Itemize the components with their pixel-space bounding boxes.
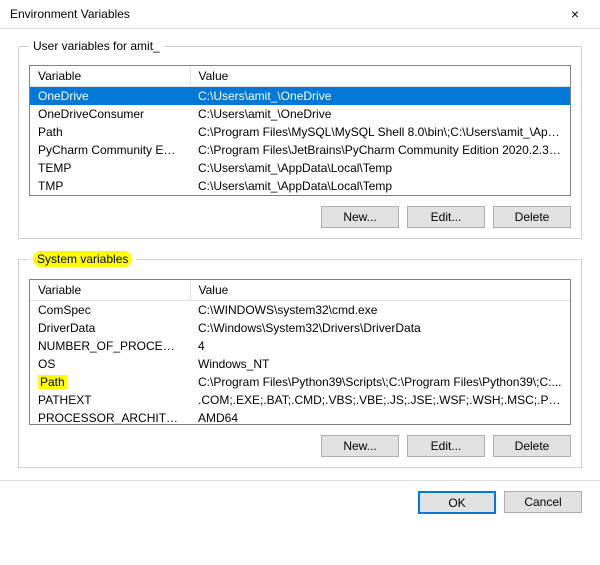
table-row[interactable]: OneDriveConsumerC:\Users\amit_\OneDrive	[30, 105, 570, 123]
system-variables-table[interactable]: Variable Value ComSpecC:\WINDOWS\system3…	[30, 280, 570, 424]
system-variables-legend: System variables	[29, 251, 136, 267]
table-row[interactable]: NUMBER_OF_PROCESSORS4	[30, 337, 570, 355]
system-new-button[interactable]: New...	[321, 435, 399, 457]
user-variables-legend: User variables for amit_	[29, 39, 164, 53]
cell-variable: OS	[30, 355, 190, 373]
sys-col-value[interactable]: Value	[190, 280, 570, 301]
cell-variable: PROCESSOR_ARCHITECTURE	[30, 409, 190, 424]
table-row[interactable]: TEMPC:\Users\amit_\AppData\Local\Temp	[30, 159, 570, 177]
cell-variable: NUMBER_OF_PROCESSORS	[30, 337, 190, 355]
user-variables-group: User variables for amit_ Variable Value …	[18, 39, 582, 239]
cell-variable: DriverData	[30, 319, 190, 337]
cell-variable: TEMP	[30, 159, 190, 177]
cell-value: 4	[190, 337, 570, 355]
table-row[interactable]: PyCharm Community EditionC:\Program File…	[30, 141, 570, 159]
table-row[interactable]: PathC:\Program Files\Python39\Scripts\;C…	[30, 373, 570, 391]
system-variables-table-wrap: Variable Value ComSpecC:\WINDOWS\system3…	[29, 279, 571, 425]
system-variables-group: System variables Variable Value ComSpecC…	[18, 251, 582, 468]
user-new-button[interactable]: New...	[321, 206, 399, 228]
cell-variable: PATHEXT	[30, 391, 190, 409]
dialog-button-row: OK Cancel	[0, 480, 600, 526]
cell-variable: PyCharm Community Edition	[30, 141, 190, 159]
user-button-row: New... Edit... Delete	[29, 206, 571, 228]
table-row[interactable]: OSWindows_NT	[30, 355, 570, 373]
user-variables-table[interactable]: Variable Value OneDriveC:\Users\amit_\On…	[30, 66, 570, 195]
user-col-value[interactable]: Value	[190, 66, 570, 87]
cell-variable: ComSpec	[30, 301, 190, 320]
cell-value: C:\Users\amit_\AppData\Local\Temp	[190, 159, 570, 177]
cell-variable: TMP	[30, 177, 190, 195]
cell-variable: OneDrive	[30, 87, 190, 106]
table-row[interactable]: TMPC:\Users\amit_\AppData\Local\Temp	[30, 177, 570, 195]
table-row[interactable]: PROCESSOR_ARCHITECTUREAMD64	[30, 409, 570, 424]
cell-value: C:\Program Files\MySQL\MySQL Shell 8.0\b…	[190, 123, 570, 141]
dialog-content: User variables for amit_ Variable Value …	[0, 29, 600, 468]
cell-value: C:\Users\amit_\OneDrive	[190, 87, 570, 106]
user-col-variable[interactable]: Variable	[30, 66, 190, 87]
system-edit-button[interactable]: Edit...	[407, 435, 485, 457]
table-row[interactable]: PATHEXT.COM;.EXE;.BAT;.CMD;.VBS;.VBE;.JS…	[30, 391, 570, 409]
cell-value: Windows_NT	[190, 355, 570, 373]
cell-value: C:\Windows\System32\Drivers\DriverData	[190, 319, 570, 337]
cell-value: C:\WINDOWS\system32\cmd.exe	[190, 301, 570, 320]
user-variables-table-wrap: Variable Value OneDriveC:\Users\amit_\On…	[29, 65, 571, 196]
system-delete-button[interactable]: Delete	[493, 435, 571, 457]
cell-value: C:\Users\amit_\AppData\Local\Temp	[190, 177, 570, 195]
cancel-button[interactable]: Cancel	[504, 491, 582, 513]
table-row[interactable]: PathC:\Program Files\MySQL\MySQL Shell 8…	[30, 123, 570, 141]
table-row[interactable]: ComSpecC:\WINDOWS\system32\cmd.exe	[30, 301, 570, 320]
cell-value: C:\Users\amit_\OneDrive	[190, 105, 570, 123]
user-delete-button[interactable]: Delete	[493, 206, 571, 228]
titlebar: Environment Variables ×	[0, 0, 600, 29]
cell-value: C:\Program Files\Python39\Scripts\;C:\Pr…	[190, 373, 570, 391]
table-row[interactable]: DriverDataC:\Windows\System32\Drivers\Dr…	[30, 319, 570, 337]
close-icon[interactable]: ×	[560, 6, 590, 22]
cell-value: C:\Program Files\JetBrains\PyCharm Commu…	[190, 141, 570, 159]
cell-variable: OneDriveConsumer	[30, 105, 190, 123]
cell-value: .COM;.EXE;.BAT;.CMD;.VBS;.VBE;.JS;.JSE;.…	[190, 391, 570, 409]
cell-value: AMD64	[190, 409, 570, 424]
cell-variable: Path	[30, 123, 190, 141]
system-button-row: New... Edit... Delete	[29, 435, 571, 457]
table-row[interactable]: OneDriveC:\Users\amit_\OneDrive	[30, 87, 570, 106]
window-title: Environment Variables	[10, 7, 130, 21]
ok-button[interactable]: OK	[418, 491, 496, 514]
user-edit-button[interactable]: Edit...	[407, 206, 485, 228]
sys-col-variable[interactable]: Variable	[30, 280, 190, 301]
cell-variable: Path	[30, 373, 190, 391]
